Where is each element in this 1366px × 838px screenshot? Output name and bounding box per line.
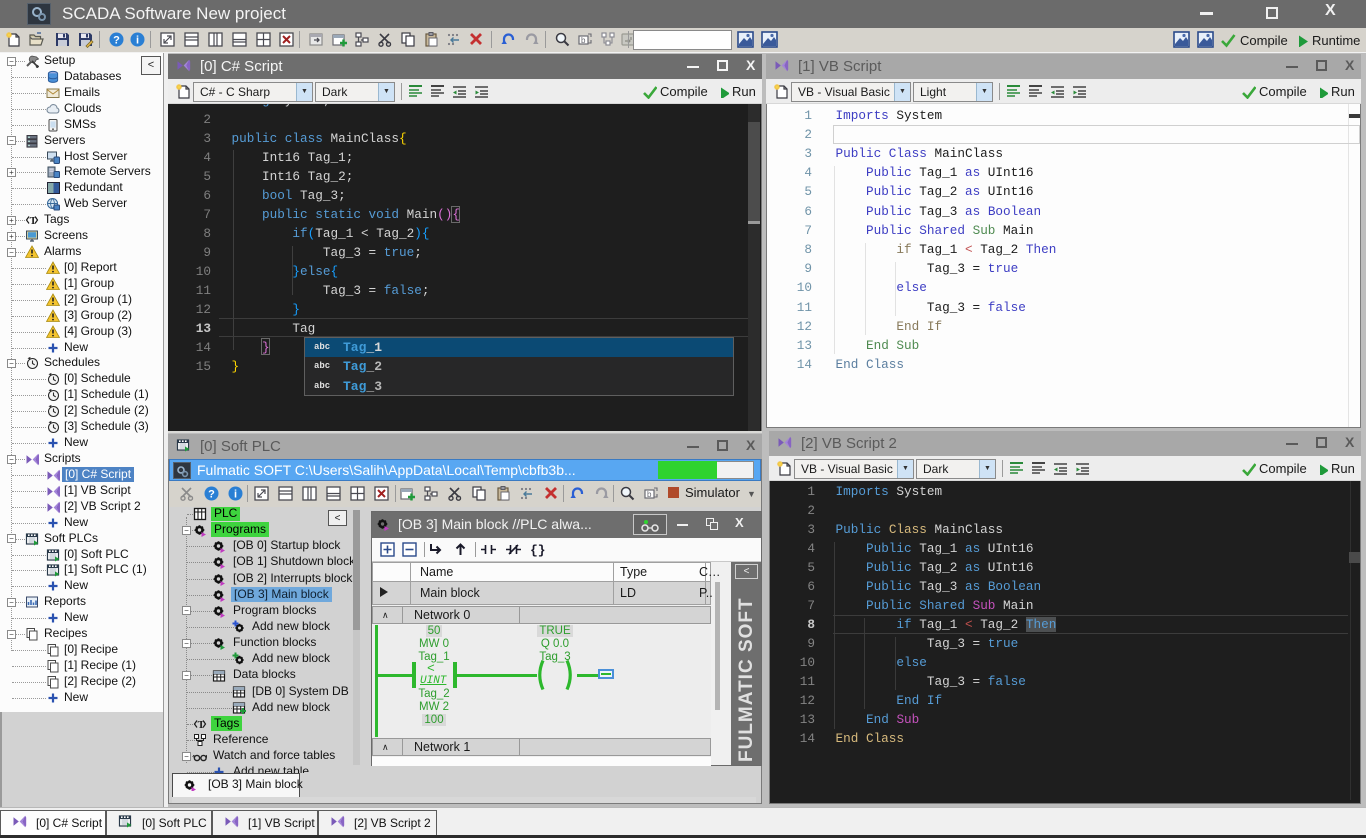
svg-text:T: T (198, 720, 205, 731)
svg-text:i: i (136, 35, 139, 47)
svg-text:i: i (234, 489, 237, 501)
svg-text:?: ? (208, 489, 215, 501)
svg-text:T: T (30, 216, 37, 227)
svg-text:b: b (581, 36, 586, 45)
svg-text:{}: {} (530, 543, 545, 557)
svg-text:b: b (647, 490, 652, 499)
svg-text:?: ? (113, 35, 120, 47)
